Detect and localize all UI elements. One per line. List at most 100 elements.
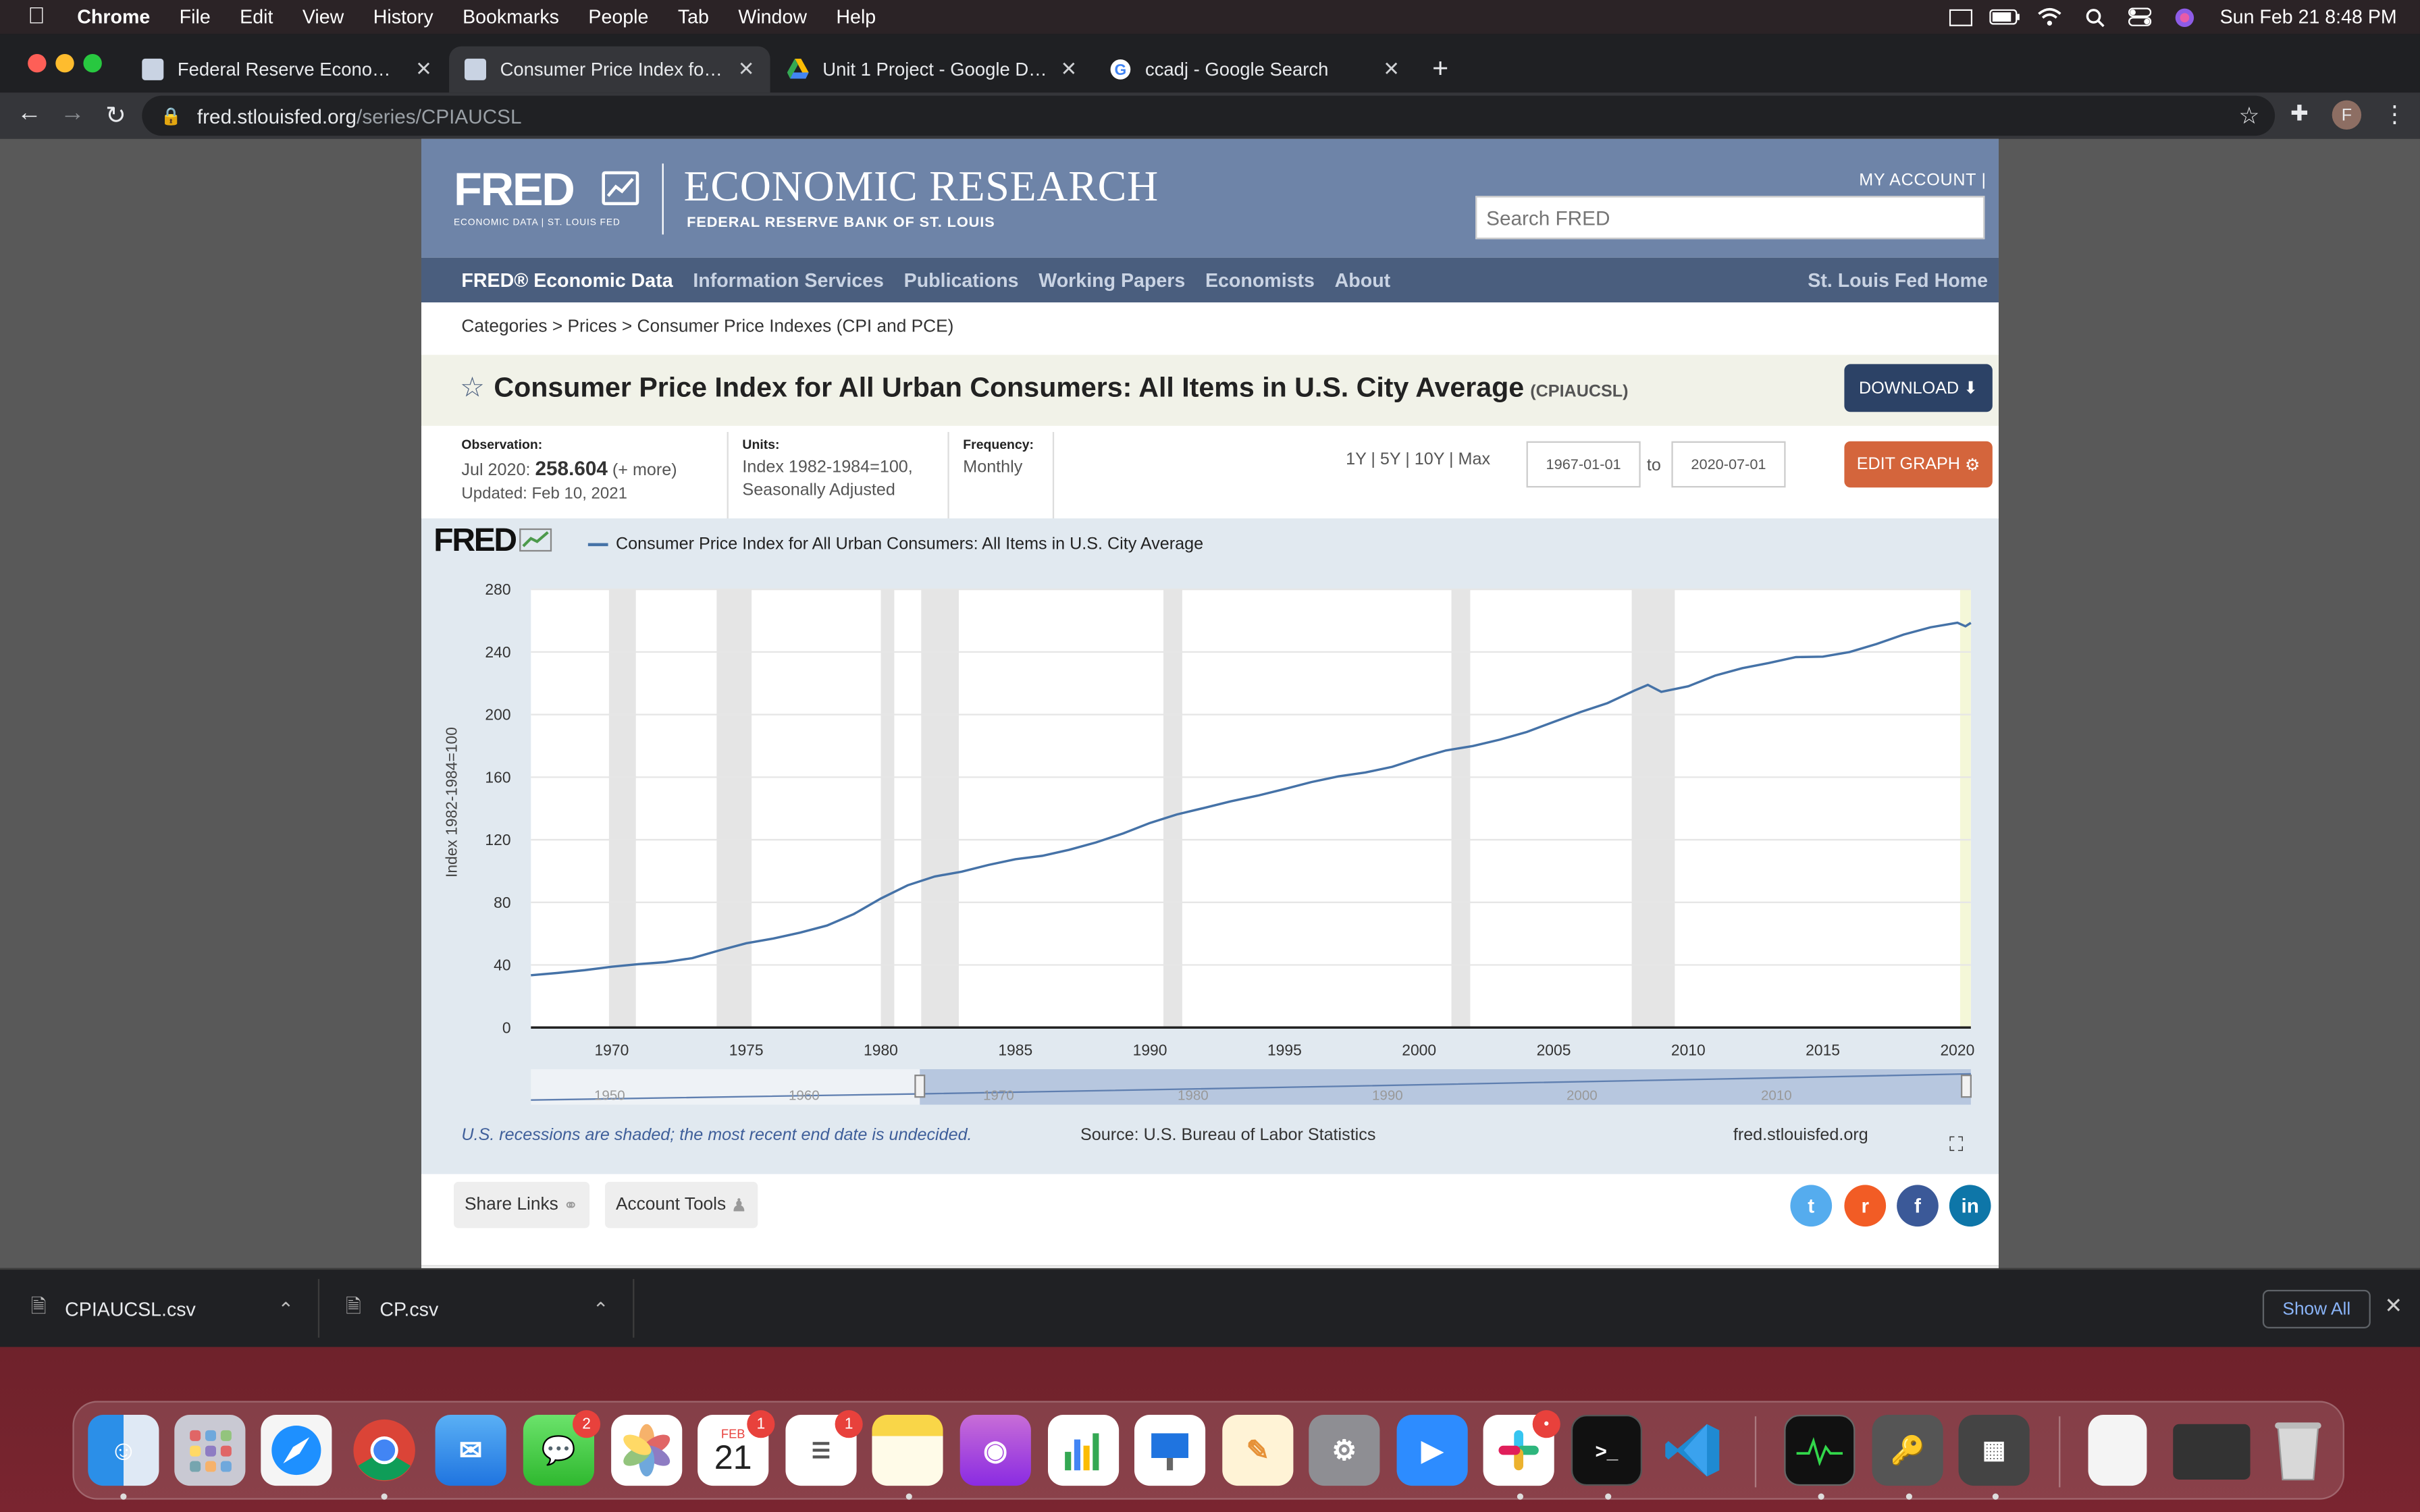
- terminal-icon[interactable]: >_: [1571, 1414, 1642, 1486]
- nav-working-papers[interactable]: Working Papers: [1038, 269, 1185, 291]
- date-to-label: to: [1646, 456, 1661, 475]
- reddit-icon[interactable]: r: [1844, 1185, 1887, 1227]
- share-links-button[interactable]: Share Links ⚭: [453, 1181, 589, 1228]
- account-tools-button[interactable]: Account Tools ♟: [604, 1181, 758, 1228]
- start-date-input[interactable]: 1967-01-01: [1526, 441, 1641, 488]
- minimize-window-button[interactable]: [55, 53, 74, 73]
- tab-google-search[interactable]: G ccadj - Google Search ✕: [1095, 47, 1415, 93]
- site-link[interactable]: fred.stlouisfed.org: [1733, 1127, 1868, 1145]
- forward-icon[interactable]: →: [59, 101, 86, 128]
- download-button[interactable]: DOWNLOAD ⬇: [1844, 364, 1993, 412]
- extensions-icon[interactable]: ✚: [2290, 101, 2309, 127]
- finder-icon[interactable]: ☺: [88, 1414, 159, 1486]
- twitter-icon[interactable]: t: [1790, 1185, 1833, 1227]
- menu-clock[interactable]: Sun Feb 21 8:48 PM: [2220, 6, 2397, 28]
- chevron-up-icon[interactable]: ⌃: [593, 1297, 609, 1321]
- search-fred-input[interactable]: [1475, 196, 1985, 240]
- favorite-star-icon[interactable]: ☆: [460, 372, 485, 404]
- menu-edit[interactable]: Edit: [240, 6, 273, 28]
- menu-tab[interactable]: Tab: [678, 6, 709, 28]
- close-window-button[interactable]: [28, 53, 47, 73]
- lock-icon[interactable]: 🔒: [161, 106, 182, 126]
- close-tab-icon[interactable]: ✕: [1383, 57, 1400, 82]
- edit-graph-button[interactable]: EDIT GRAPH ⚙: [1844, 441, 1993, 488]
- control-center-icon[interactable]: [2124, 6, 2155, 28]
- download-item-cpiaucsl[interactable]: 🗎 CPIAUCSL.csv ⌃: [31, 1270, 294, 1349]
- close-tab-icon[interactable]: ✕: [1060, 57, 1077, 82]
- battery-icon[interactable]: [1990, 6, 2021, 28]
- nav-fred-economic-data[interactable]: FRED® Economic Data: [461, 269, 673, 291]
- date-range-presets[interactable]: 1Y | 5Y | 10Y | Max: [1346, 450, 1490, 468]
- my-account-link[interactable]: MY ACCOUNT |: [1859, 171, 1986, 190]
- running-dot: [905, 1493, 912, 1500]
- fred-logo[interactable]: FRED ECONOMIC DATA | ST. LOUIS FED: [454, 165, 639, 228]
- chrome-menu-icon[interactable]: ⋮: [2383, 101, 2406, 128]
- tab-federal-reserve[interactable]: Federal Reserve Economic Dat ✕: [126, 47, 447, 93]
- mail-icon[interactable]: ✉: [435, 1414, 506, 1486]
- launchpad-icon[interactable]: [174, 1414, 246, 1486]
- y-axis-title: Index 1982-1984=100: [443, 727, 461, 878]
- breadcrumb[interactable]: Categories > Prices > Consumer Price Ind…: [461, 318, 953, 336]
- end-date-input[interactable]: 2020-07-01: [1671, 441, 1786, 488]
- vscode-icon[interactable]: [1658, 1415, 1729, 1486]
- nav-publications[interactable]: Publications: [904, 269, 1019, 291]
- economic-research-title[interactable]: ECONOMIC RESEARCH: [684, 163, 1159, 213]
- facebook-icon[interactable]: f: [1897, 1185, 1939, 1227]
- notes-icon[interactable]: [872, 1414, 943, 1486]
- keynote-icon[interactable]: [1134, 1414, 1206, 1486]
- back-icon[interactable]: ←: [16, 101, 43, 128]
- source-note[interactable]: Source: U.S. Bureau of Labor Statistics: [1080, 1127, 1375, 1145]
- menu-bookmarks[interactable]: Bookmarks: [463, 6, 559, 28]
- zoom-window-button[interactable]: [83, 53, 102, 73]
- cpi-line-chart[interactable]: 0 40 80 120 160 200 240 280 1970 1975 1980 1985 199…: [421, 518, 1999, 1174]
- apple-icon[interactable]: : [28, 5, 49, 28]
- spotlight-icon[interactable]: [2080, 6, 2111, 28]
- new-tab-button[interactable]: +: [1432, 53, 1448, 85]
- menu-view[interactable]: View: [302, 6, 344, 28]
- reload-icon[interactable]: ↻: [102, 101, 130, 132]
- document-stack-icon[interactable]: [2088, 1414, 2147, 1486]
- profile-avatar[interactable]: F: [2332, 100, 2362, 130]
- chrome-icon[interactable]: [349, 1415, 420, 1486]
- calculator-icon[interactable]: ▦: [1958, 1414, 2030, 1486]
- wifi-icon[interactable]: [2034, 6, 2066, 28]
- close-tab-icon[interactable]: ✕: [415, 57, 432, 82]
- recession-band: [1451, 589, 1471, 1028]
- fullscreen-icon[interactable]: ⛶: [1949, 1133, 1964, 1158]
- chevron-up-icon[interactable]: ⌃: [278, 1297, 294, 1321]
- close-shelf-icon[interactable]: ✕: [2384, 1293, 2402, 1319]
- close-tab-icon[interactable]: ✕: [738, 57, 755, 82]
- menu-help[interactable]: Help: [836, 6, 876, 28]
- safari-icon[interactable]: [261, 1414, 332, 1486]
- keychain-icon[interactable]: 🔑: [1872, 1414, 1943, 1486]
- nav-about[interactable]: About: [1335, 269, 1391, 291]
- menu-app-name[interactable]: Chrome: [77, 6, 150, 28]
- bookmark-star-icon[interactable]: ☆: [2239, 102, 2260, 130]
- running-dot: [1818, 1493, 1824, 1500]
- address-bar[interactable]: 🔒 fred.stlouisfed.org/series/CPIAUCSL ☆: [142, 95, 2276, 136]
- podcasts-icon[interactable]: ◉: [959, 1414, 1031, 1486]
- nav-economists[interactable]: Economists: [1205, 269, 1315, 291]
- linkedin-icon[interactable]: in: [1949, 1185, 1991, 1227]
- menu-people[interactable]: People: [588, 6, 648, 28]
- tab-consumer-price-index[interactable]: Consumer Price Index for All U ✕: [449, 46, 770, 93]
- nav-information-services[interactable]: Information Services: [693, 269, 884, 291]
- trash-icon[interactable]: [2263, 1415, 2334, 1486]
- menu-file[interactable]: File: [180, 6, 211, 28]
- show-all-button[interactable]: Show All: [2262, 1289, 2371, 1328]
- photos-icon[interactable]: [611, 1414, 683, 1486]
- tab-google-drive[interactable]: Unit 1 Project - Google Drive ✕: [772, 47, 1093, 93]
- menu-history[interactable]: History: [373, 6, 433, 28]
- menu-window[interactable]: Window: [738, 6, 807, 28]
- screen-mirror-icon[interactable]: [1945, 6, 1976, 28]
- zoom-icon[interactable]: ▶: [1396, 1414, 1468, 1486]
- screenshot-stack-icon[interactable]: [2173, 1424, 2251, 1480]
- activity-monitor-icon[interactable]: [1784, 1414, 1856, 1486]
- siri-icon[interactable]: [2169, 6, 2200, 28]
- system-preferences-icon[interactable]: ⚙: [1309, 1414, 1380, 1486]
- observation-more-link[interactable]: (+ more): [612, 461, 677, 479]
- download-item-cp[interactable]: 🗎 CP.csv ⌃: [346, 1270, 609, 1349]
- numbers-icon[interactable]: [1047, 1414, 1120, 1486]
- nav-st-louis-fed-home[interactable]: St. Louis Fed Home: [1808, 269, 1988, 291]
- pages-icon[interactable]: ✎: [1222, 1414, 1294, 1486]
